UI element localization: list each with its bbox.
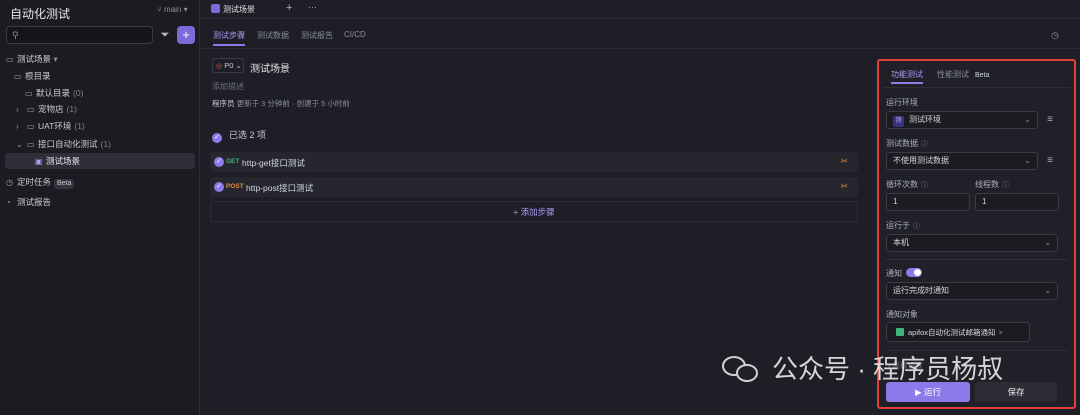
wechat-icon [722, 354, 762, 384]
folder-icon: ▭ [27, 122, 35, 131]
info-icon: ⓘ [921, 182, 928, 189]
tools-icon[interactable]: ✂ [840, 156, 848, 167]
chevron-down-icon: ⌄ [16, 140, 23, 149]
scene-meta: 程序员 更新于 3 分钟前 · 创建于 5 小时前 [212, 99, 350, 108]
watermark: 公众号 · 程序员杨叔 [722, 352, 1003, 386]
test-data-menu-icon[interactable]: ≡ [1043, 152, 1057, 170]
scenes-folder-icon: ▭ [6, 55, 14, 64]
loops-label: 循环次数 ⓘ [886, 180, 928, 189]
check-icon[interactable]: ✓ [214, 157, 224, 167]
scene-icon [211, 4, 220, 13]
tab-performance-test[interactable]: 性能测试 Beta [937, 69, 992, 81]
env-select[interactable]: 测测试环境 ⌄ [886, 111, 1038, 129]
env-label: 运行环境 [886, 98, 918, 107]
beta-badge: Beta [975, 72, 990, 79]
env-badge: 测 [893, 116, 904, 127]
tree-item-petstore[interactable]: › ▭ 宠物店 (1) [16, 101, 77, 117]
info-icon: ⓘ [921, 141, 928, 148]
folder-icon: ▭ [25, 89, 33, 98]
notify-target-label: 通知对象 [886, 310, 918, 319]
priority-dot-icon: ◎ [216, 63, 223, 70]
add-button[interactable]: + [177, 26, 195, 44]
chevron-down-icon: ⌄ [1044, 286, 1051, 295]
tree-item-root-dir[interactable]: ▭ 根目录 [14, 68, 51, 84]
test-data-select[interactable]: 不使用测试数据 ⌄ [886, 152, 1038, 170]
top-tab-bar: 测试场景 + ··· [201, 0, 1080, 19]
tab-test-scene[interactable]: 测试场景 [211, 4, 255, 15]
add-description[interactable]: 添加描述 [212, 81, 244, 92]
tree-item-uat[interactable]: › ▭ UAT环境 (1) [16, 118, 85, 134]
sidebar: 自动化测试 ⑂ main ▾ ⚲ ⏷ + ▭ 测试场景 ▾ ▭ 根目录 ▭ 默认目录(… [0, 0, 200, 415]
new-tab-button[interactable]: + [286, 2, 292, 14]
check-icon: ✓ [212, 133, 222, 143]
sub-tab-bar: 测试步骤 测试数据 测试报告 CI/CD ◷ [201, 19, 1080, 49]
selection-summary[interactable]: ✓ 已选 2 项 [212, 128, 266, 143]
tab-functional-test[interactable]: 功能测试 [891, 69, 923, 84]
tab-cicd[interactable]: CI/CD [344, 30, 366, 39]
divider [885, 259, 1068, 260]
history-icon[interactable]: ◷ [1051, 30, 1059, 41]
info-icon: ⓘ [1002, 182, 1009, 189]
app-title: 自动化测试 [10, 7, 71, 21]
chevron-right-icon: › [16, 105, 19, 114]
run-on-label: 运行于 ⓘ [886, 221, 920, 230]
step-row[interactable]: ✓ GET http-get接口测试 ✂ [210, 152, 858, 172]
priority-select[interactable]: ◎ P0 ⌄ [212, 58, 244, 73]
chevron-right-icon: › [16, 122, 19, 131]
beta-badge: Beta [54, 179, 75, 189]
loops-input[interactable]: 1 [886, 193, 970, 211]
threads-input[interactable]: 1 [975, 193, 1059, 211]
notify-label: 通知 [886, 268, 922, 279]
filter-icon[interactable]: ⏷ [157, 27, 173, 43]
sidebar-item-reports[interactable]: ◔ 测试报告 [6, 194, 51, 210]
folder-icon: ▭ [27, 140, 35, 149]
branch-selector[interactable]: ⑂ main ▾ [157, 5, 188, 14]
more-icon[interactable]: ··· [308, 2, 317, 12]
notify-toggle[interactable] [906, 268, 922, 277]
step-name: http-post接口测试 [246, 183, 314, 193]
sidebar-item-scheduled[interactable]: ◷ 定时任务 Beta [6, 174, 75, 190]
run-on-select[interactable]: 本机 ⌄ [886, 234, 1058, 252]
tab-divider [883, 87, 1070, 88]
scene-name[interactable]: 测试场景 [250, 60, 290, 75]
tree-item-default-dir[interactable]: ▭ 默认目录 (0) [25, 85, 83, 101]
play-icon: ▶ [915, 387, 922, 397]
tree-item-test-scene[interactable]: ▣ 测试场景 [5, 153, 195, 169]
close-icon[interactable]: × [999, 328, 1003, 337]
tools-icon[interactable]: ✂ [840, 181, 848, 192]
folder-icon: ▭ [14, 72, 22, 81]
scene-icon: ▣ [35, 157, 43, 166]
notify-timing-select[interactable]: 运行完成时通知 ⌄ [886, 282, 1058, 300]
step-row[interactable]: ✓ POST http-post接口测试 ✂ [210, 177, 858, 197]
chevron-down-icon: ⌄ [1024, 115, 1031, 124]
check-icon[interactable]: ✓ [214, 182, 224, 192]
search-input[interactable]: ⚲ [6, 26, 153, 44]
add-step-button[interactable]: + 添加步骤 [210, 201, 858, 222]
search-icon: ⚲ [12, 30, 19, 40]
email-icon [896, 328, 904, 336]
notify-target-chip: apifox自动化测试邮箱通知 × [896, 327, 1003, 338]
test-data-label: 测试数据 ⓘ [886, 139, 928, 148]
chevron-down-icon: ▾ [53, 54, 58, 64]
tree-item-api-auto[interactable]: ⌄ ▭ 接口自动化测试 (1) [16, 136, 111, 152]
method-get-label: GET [226, 158, 240, 165]
chevron-down-icon: ⌄ [1044, 238, 1051, 247]
branch-name: main [164, 5, 182, 14]
tab-test-data[interactable]: 测试数据 [257, 30, 289, 41]
notify-target-select[interactable]: apifox自动化测试邮箱通知 × [886, 322, 1030, 342]
step-name: http-get接口测试 [242, 158, 305, 168]
method-post-label: POST [226, 183, 244, 190]
info-icon: ⓘ [913, 223, 920, 230]
tab-steps[interactable]: 测试步骤 [213, 30, 245, 46]
report-icon: ◔ [6, 198, 11, 207]
threads-label: 线程数 ⓘ [975, 180, 1009, 189]
folder-icon: ▭ [27, 105, 35, 114]
divider [885, 350, 1068, 351]
tree-root-scenes[interactable]: ▭ 测试场景 ▾ [6, 51, 58, 67]
tab-test-report[interactable]: 测试报告 [301, 30, 333, 41]
chevron-down-icon: ⌄ [1024, 156, 1031, 165]
clock-icon: ◷ [6, 178, 13, 187]
env-menu-icon[interactable]: ≡ [1043, 111, 1057, 129]
